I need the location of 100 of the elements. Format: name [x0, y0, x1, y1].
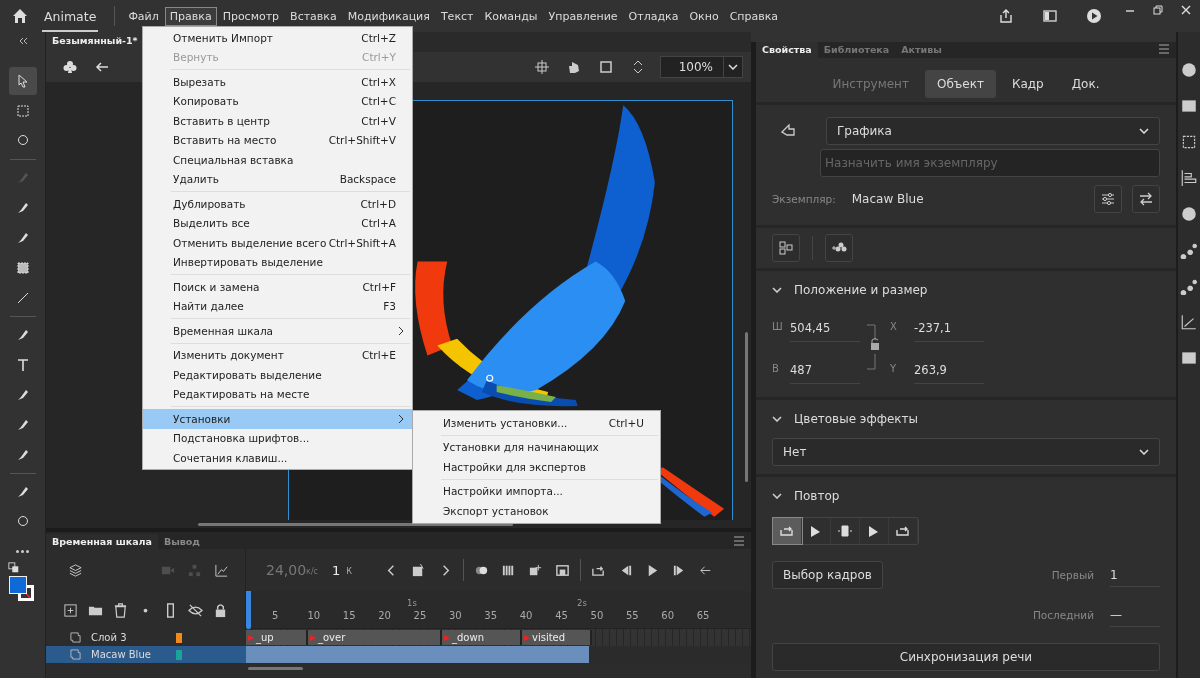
panel-menu-icon[interactable] [733, 536, 745, 546]
align-icon[interactable] [1180, 169, 1198, 187]
panel-tab[interactable]: Вывод [157, 534, 206, 549]
create-tween-icon[interactable] [528, 562, 543, 578]
panel-menu-icon[interactable] [1158, 43, 1170, 54]
menu-item[interactable]: Вырезать Ctrl+X [143, 72, 412, 92]
frame-label[interactable]: _over [308, 630, 442, 645]
club-icon[interactable] [62, 59, 78, 75]
layers-icon[interactable] [68, 562, 83, 578]
menu-item[interactable]: Инвертировать выделение [143, 252, 412, 272]
swap-arrows-icon[interactable] [1138, 191, 1154, 207]
section-title[interactable]: Цветовые эффекты [794, 412, 919, 426]
symbol-type-dropdown[interactable]: Графика [826, 117, 1160, 145]
menu-item[interactable]: Найти далее F3 [143, 296, 412, 316]
vertical-scrollbar[interactable] [745, 332, 748, 482]
menu-item[interactable]: Экспорт установок [413, 501, 660, 521]
first-frame-field[interactable]: 1 [1110, 563, 1160, 587]
layer-name[interactable]: Слой 3 [91, 632, 176, 643]
menu-item[interactable]: Изменить документ Ctrl+E [143, 345, 412, 365]
menu-item[interactable]: Подстановка шрифтов... [143, 428, 412, 448]
select-frames-button[interactable]: Выбор кадров [772, 561, 883, 589]
add-symbol-button[interactable] [825, 234, 853, 262]
timeline-scrollbar[interactable] [248, 667, 303, 670]
chevron-down-icon[interactable] [1139, 449, 1149, 455]
x-field[interactable]: -237,1 [914, 310, 984, 342]
menu-item[interactable]: Отменить Импорт Ctrl+Z [143, 28, 412, 48]
squares-icon[interactable] [778, 240, 794, 256]
menu-item[interactable]: Сочетания клавиш... [143, 448, 412, 468]
menu-item[interactable]: Копировать Ctrl+C [143, 91, 412, 111]
menu-item[interactable]: Установки [143, 409, 412, 429]
menu-item[interactable]: Вставить на место Ctrl+Shift+V [143, 130, 412, 150]
sliders-button[interactable] [1094, 185, 1122, 213]
chevron-down-icon[interactable] [772, 493, 782, 499]
trash-icon[interactable] [113, 602, 128, 618]
chevron-down-icon[interactable] [1139, 128, 1149, 134]
dots-icon[interactable] [1180, 241, 1198, 259]
add-layer-icon[interactable] [63, 602, 78, 618]
frame-label[interactable]: _up [246, 630, 308, 645]
document-tab[interactable]: Безымянный-1* [46, 32, 144, 52]
swap-button[interactable] [1132, 185, 1160, 213]
menu-item[interactable]: Дублировать Ctrl+D [143, 194, 412, 214]
menu-item[interactable]: Временная шкала [143, 321, 412, 341]
menu-item[interactable]: Редактировать на месте [143, 384, 412, 404]
menu-item[interactable]: Управление [543, 6, 623, 26]
chevron-down-icon[interactable] [772, 416, 782, 422]
menu-item[interactable]: Файл [123, 6, 164, 26]
menu-item[interactable]: Выделить все Ctrl+A [143, 213, 412, 233]
menu-item[interactable]: Правка [164, 6, 217, 26]
menu-item[interactable]: Настройки импорта... [413, 481, 660, 501]
play-icon[interactable] [1086, 8, 1102, 24]
menu-item[interactable]: Справка [724, 6, 784, 26]
menu-item[interactable]: Удалить Backspace [143, 169, 412, 189]
y-field[interactable]: 263,9 [914, 352, 984, 384]
bounding-box-icon[interactable] [1180, 133, 1198, 151]
hidden-eye-icon[interactable] [188, 602, 203, 618]
last-frame-field[interactable]: — [1110, 603, 1160, 627]
symbol-icon[interactable] [780, 123, 796, 139]
loop-icon[interactable] [773, 518, 802, 544]
instance-name-field[interactable]: Назначить имя экземпляру [820, 149, 1160, 177]
menu-item[interactable]: Отладка [623, 6, 684, 26]
crosshair-icon[interactable] [533, 59, 550, 75]
menu-item[interactable]: Редактировать выделение [143, 365, 412, 385]
lip-sync-button[interactable]: Синхронизация речи [772, 643, 1160, 671]
width-field[interactable]: 504,45 [790, 310, 860, 342]
graph-icon[interactable] [214, 562, 229, 578]
section-title[interactable]: Положение и размер [794, 283, 928, 297]
panel-icon[interactable] [1042, 8, 1058, 24]
frame-icon[interactable] [555, 562, 570, 578]
frame-label[interactable]: _down [442, 630, 522, 645]
panel-tab[interactable]: Свойства [756, 42, 818, 58]
restore-icon[interactable] [1150, 2, 1166, 18]
menu-item[interactable]: Специальная вставка [143, 150, 412, 170]
insert-keyframe-icon[interactable] [411, 562, 426, 578]
layer-color-swatch[interactable] [176, 632, 182, 643]
mode-tab[interactable]: Док. [1059, 70, 1112, 98]
frame-value[interactable]: 1 [332, 562, 341, 578]
panel-tab[interactable]: Временная шкала [46, 534, 158, 549]
home-icon[interactable] [12, 8, 28, 24]
color-effect-dropdown[interactable]: Нет [772, 438, 1160, 466]
section-title[interactable]: Повтор [794, 489, 840, 503]
menu-item[interactable]: Настройки для экспертов [413, 457, 660, 477]
menu-item[interactable]: Вставить в центр Ctrl+V [143, 111, 412, 131]
menu-item[interactable]: Поиск и замена Ctrl+F [143, 277, 412, 297]
clip-icon[interactable] [597, 59, 614, 75]
layer-icon[interactable] [70, 632, 81, 643]
frame-label[interactable]: visited [522, 630, 592, 645]
layer-icon[interactable] [70, 649, 81, 660]
menu-item[interactable]: Текст [435, 6, 479, 26]
layer-color-swatch[interactable] [176, 649, 182, 660]
menu-item[interactable]: Вставка [285, 6, 342, 26]
color-swatch[interactable] [8, 576, 37, 604]
swap-colors-icon[interactable] [8, 562, 20, 574]
arrange-button[interactable] [772, 234, 800, 262]
collapse-icon[interactable] [17, 38, 28, 44]
chevron-down-icon[interactable] [728, 64, 738, 70]
zoom-dropdown[interactable]: 100% [659, 56, 743, 78]
menu-item[interactable]: Окно [684, 6, 724, 26]
frame-track[interactable]: _up _over _down visited [246, 629, 751, 646]
height-field[interactable]: 487 [790, 352, 860, 384]
share-icon[interactable] [998, 8, 1014, 24]
